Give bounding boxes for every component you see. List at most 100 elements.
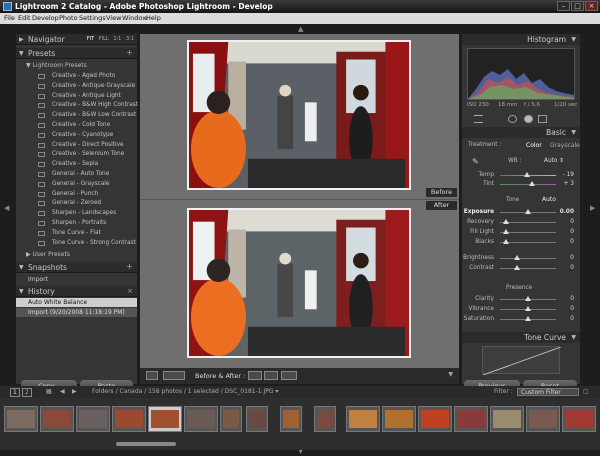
exposure-slider[interactable]: Exposure 0.00 [462, 208, 580, 217]
blacks-slider[interactable]: Blacks 0 [462, 238, 580, 247]
clarity-slider[interactable]: Clarity 0 [462, 295, 580, 304]
tone-curve-header[interactable]: Tone Curve ▼ [462, 332, 580, 343]
slider-knob[interactable] [514, 265, 520, 270]
grid-view-icon[interactable]: ▦ [46, 388, 52, 395]
menu-settings[interactable]: Settings [79, 14, 106, 22]
toolbar-menu-icon[interactable]: ▼ [448, 371, 453, 378]
filmstrip-thumb[interactable] [184, 406, 218, 432]
preset-item[interactable]: Tone Curve - Flat [38, 229, 137, 238]
copy-before-to-after-button[interactable] [248, 371, 262, 380]
menu-view[interactable]: View [106, 14, 121, 22]
crop-tool-icon[interactable] [474, 115, 483, 123]
before-after-mode-button[interactable] [163, 371, 185, 380]
filmstrip-thumb[interactable] [280, 406, 302, 432]
menu-help[interactable]: Help [146, 14, 161, 22]
zoom-fit[interactable]: FIT [87, 36, 94, 42]
page-1-button[interactable]: 1 [10, 388, 20, 397]
slider-knob[interactable] [524, 172, 530, 177]
slider-knob[interactable] [525, 296, 531, 301]
saturation-slider[interactable]: Saturation 0 [462, 315, 580, 324]
forward-arrow-icon[interactable]: ▶ [72, 388, 77, 395]
lightroom-presets-folder[interactable]: ▼ Lightroom Presets [26, 62, 87, 69]
adjustment-brush-tool-icon[interactable] [538, 115, 547, 123]
preset-item[interactable]: Creative - B&W Low Contrast [38, 111, 137, 120]
filmstrip-thumb[interactable] [490, 406, 524, 432]
user-presets-folder[interactable]: ▶ User Presets [26, 251, 70, 258]
menu-window[interactable]: Window [122, 14, 148, 22]
wb-select[interactable]: Auto ⇕ [544, 158, 564, 164]
snapshot-item[interactable]: Import [16, 275, 137, 284]
treatment-color-option[interactable]: Color [526, 142, 542, 149]
filmstrip-thumb[interactable] [76, 406, 110, 432]
filmstrip-thumb[interactable] [246, 406, 268, 432]
red-eye-tool-icon[interactable] [508, 115, 517, 123]
tint-slider[interactable]: Tint + 3 [462, 180, 580, 189]
filmstrip-thumb[interactable] [418, 406, 452, 432]
right-panel-toggle-icon[interactable]: ▶ [590, 204, 595, 212]
slider-knob[interactable] [503, 239, 509, 244]
top-panel-toggle-icon[interactable]: ▲ [298, 25, 303, 33]
after-photo[interactable] [187, 208, 411, 358]
back-arrow-icon[interactable]: ◀ [60, 388, 65, 395]
snapshots-header[interactable]: ▼ Snapshots + [16, 262, 137, 273]
preset-item[interactable]: Sharpen - Landscapes [38, 209, 137, 218]
add-preset-icon[interactable]: + [126, 48, 133, 57]
maximize-button[interactable]: □ [571, 1, 584, 11]
clear-history-icon[interactable]: × [127, 287, 133, 295]
treatment-grayscale-option[interactable]: Grayscale [550, 142, 580, 149]
recovery-slider[interactable]: Recovery 0 [462, 218, 580, 227]
menu-file[interactable]: File [4, 14, 15, 22]
slider-knob[interactable] [525, 316, 531, 321]
history-header[interactable]: ▼ History × [16, 286, 137, 297]
zoom-fill[interactable]: FILL [99, 36, 109, 42]
page-2-button[interactable]: 2 [22, 388, 32, 397]
tone-curve-graph[interactable] [482, 346, 562, 376]
preset-item[interactable]: Creative - Antique Grayscale [38, 82, 137, 91]
history-item[interactable]: Import (9/20/2008 11:18:19 PM) [16, 308, 137, 317]
fill-light-slider[interactable]: Fill Light 0 [462, 228, 580, 237]
close-button[interactable]: × [585, 1, 598, 11]
zoom-1-1[interactable]: 1:1 [113, 36, 121, 42]
contrast-slider[interactable]: Contrast 0 [462, 264, 580, 273]
left-panel-toggle-icon[interactable]: ◀ [4, 204, 9, 212]
menu-edit[interactable]: Edit [18, 14, 31, 22]
brightness-slider[interactable]: Brightness 0 [462, 254, 580, 263]
filmstrip-thumb[interactable] [526, 406, 560, 432]
preset-item[interactable]: Sharpen - Portraits [38, 219, 137, 228]
slider-knob[interactable] [525, 306, 531, 311]
navigator-header[interactable]: ▶ Navigator FIT FILL 1:1 3:1 [16, 34, 137, 45]
preset-item[interactable]: General - Punch [38, 190, 137, 199]
minimize-button[interactable]: – [557, 1, 570, 11]
filmstrip-thumb[interactable] [454, 406, 488, 432]
filmstrip-thumb-selected[interactable] [148, 406, 182, 432]
basic-header[interactable]: Basic ▼ [462, 127, 580, 138]
preset-item[interactable]: Creative - Aged Photo [38, 72, 137, 81]
zoom-3-1[interactable]: 3:1 [126, 36, 134, 42]
filmstrip-thumb[interactable] [4, 406, 38, 432]
preset-item[interactable]: Tone Curve - Strong Contrast [38, 239, 137, 248]
white-balance-selector-icon[interactable]: ✎ [472, 157, 479, 166]
preset-item[interactable]: Creative - Cyanotype [38, 131, 137, 140]
slider-knob[interactable] [503, 229, 509, 234]
filmstrip-thumb[interactable] [220, 406, 242, 432]
preset-item[interactable]: Creative - Direct Positive [38, 141, 137, 150]
filmstrip-scrollbar[interactable] [116, 442, 176, 446]
menu-develop[interactable]: Develop [32, 14, 59, 22]
slider-knob[interactable] [529, 181, 535, 186]
temp-slider[interactable]: Temp - 19 [462, 171, 580, 180]
filmstrip-thumb[interactable] [382, 406, 416, 432]
preset-item[interactable]: General - Auto Tone [38, 170, 137, 179]
preset-item[interactable]: General - Zeroed [38, 199, 137, 208]
presets-header[interactable]: ▼ Presets + [16, 48, 137, 59]
filter-select[interactable]: Custom Filter [517, 388, 579, 396]
vibrance-slider[interactable]: Vibrance 0 [462, 305, 580, 314]
preset-item[interactable]: General - Grayscale [38, 180, 137, 189]
before-photo[interactable] [187, 40, 411, 190]
slider-knob[interactable] [514, 255, 520, 260]
histogram-header[interactable]: Histogram ▼ [462, 34, 580, 45]
add-snapshot-icon[interactable]: + [126, 262, 133, 271]
preset-item[interactable]: Creative - B&W High Contrast [38, 101, 138, 110]
filmstrip-thumb[interactable] [112, 406, 146, 432]
filmstrip-thumb[interactable] [40, 406, 74, 432]
preset-item[interactable]: Creative - Antique Light [38, 92, 137, 101]
